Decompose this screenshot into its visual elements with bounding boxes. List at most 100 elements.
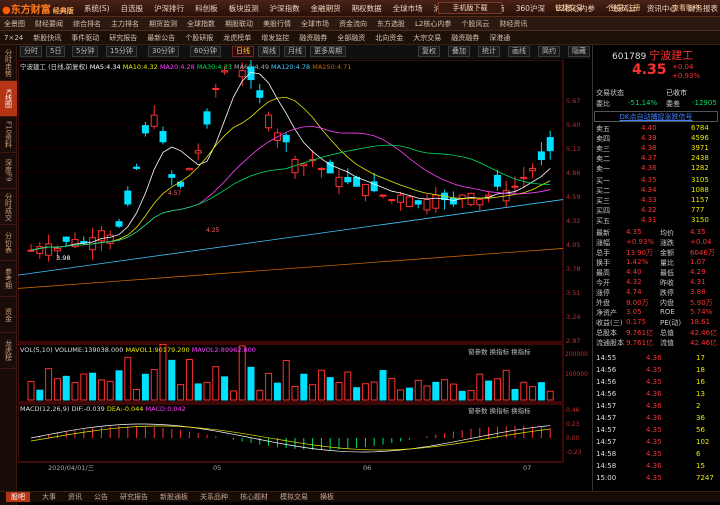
tick-cell: 14:55	[596, 354, 617, 362]
menu-item[interactable]: 系统(S)	[84, 3, 110, 14]
period-button[interactable]: 日线	[232, 46, 254, 57]
price-tick: 5.40	[566, 121, 580, 129]
nav-link[interactable]: 财经资讯	[499, 19, 527, 29]
signal-link[interactable]: DK点自动捕捉涨跌信号	[594, 111, 718, 122]
menu-item[interactable]: 金融期货	[311, 3, 341, 14]
candle-body	[185, 167, 193, 171]
tool-button[interactable]: 简约	[538, 46, 560, 57]
menu-item[interactable]: 自选股	[121, 3, 144, 14]
nav-link[interactable]: 新股快讯	[33, 33, 61, 43]
left-tab[interactable]: 分价表	[0, 225, 17, 261]
volume-bar	[317, 369, 325, 401]
login-button[interactable]: 登录/注册	[610, 3, 640, 13]
nav-link[interactable]: 全球指数	[187, 19, 215, 29]
tool-button[interactable]: 叠加	[448, 46, 470, 57]
nav-link[interactable]: 北向资金	[375, 33, 403, 43]
stat-cell: +0.93%	[626, 238, 655, 246]
period-button[interactable]: 周线	[258, 46, 280, 57]
left-tab[interactable]: 参考期	[0, 261, 17, 297]
tick-cell: 4.35	[646, 378, 662, 386]
nav-link[interactable]: 资金流向	[339, 19, 367, 29]
bottom-tab-bar: 股吧 大事 资讯 公告 研究报告 新股通板 关系品种 核心题材 模拟交易 横板	[0, 491, 720, 502]
bottom-tab[interactable]: 大事	[42, 492, 56, 502]
nav-link[interactable]: 期货监测	[149, 19, 177, 29]
nav-link[interactable]: 增发监控	[261, 33, 289, 43]
nav-link[interactable]: 融资融券	[299, 33, 327, 43]
left-tab[interactable]: K线图	[0, 81, 17, 117]
bottom-tab[interactable]: 横板	[320, 492, 334, 502]
bottom-tab[interactable]: 研究报告	[120, 492, 148, 502]
menu-item[interactable]: 360沪深	[516, 3, 545, 14]
quick-trade-button[interactable]: 快捷交易	[555, 3, 583, 13]
tool-button[interactable]: 复权	[418, 46, 440, 57]
tool-button[interactable]: 统计	[478, 46, 500, 57]
left-tab[interactable]: 龙虎榜	[0, 333, 17, 369]
tool-button[interactable]: 隐藏	[568, 46, 590, 57]
nav-link[interactable]: 主力排名	[111, 19, 139, 29]
period-button[interactable]: 5日	[46, 46, 66, 57]
nav-link[interactable]: 东方选股	[377, 19, 405, 29]
nav-link[interactable]: 个股风云	[461, 19, 489, 29]
nav-link[interactable]: 财经要闻	[35, 19, 63, 29]
bottom-tab[interactable]: 新股通板	[160, 492, 188, 502]
bottom-tab[interactable]: 股吧	[6, 492, 30, 502]
stat-cell: 流通股本	[596, 339, 624, 347]
tool-button[interactable]: 画线	[508, 46, 530, 57]
period-button[interactable]: 5分钟	[72, 46, 99, 57]
menu-item[interactable]: 沪深指数	[270, 3, 300, 14]
nav-link[interactable]: 龙虎榜单	[223, 33, 251, 43]
bottom-tab[interactable]: 关系品种	[200, 492, 228, 502]
nav-link[interactable]: 大宗交易	[413, 33, 441, 43]
period-button[interactable]: 15分钟	[106, 46, 137, 57]
nav-link[interactable]: 融资融券	[451, 33, 479, 43]
menu-item[interactable]: 全球市场	[393, 3, 423, 14]
period-button[interactable]: 月线	[284, 46, 306, 57]
kline-chart[interactable]: 5.67 5.40 5.13 4.86 4.59 4.32 4.05 3.78 3.51 3.24…	[18, 60, 590, 490]
volume: 1282	[691, 164, 709, 172]
bottom-tab[interactable]: 模拟交易	[280, 492, 308, 502]
candle-body	[168, 174, 176, 178]
nav-link[interactable]: 全部融资	[337, 33, 365, 43]
nav-link[interactable]: 7×24	[4, 34, 23, 42]
period-button[interactable]: 分时	[20, 46, 42, 57]
nav-link[interactable]: 研究报告	[109, 33, 137, 43]
nav-link[interactable]: 美股行情	[263, 19, 291, 29]
candle-body	[300, 163, 308, 167]
menu-item[interactable]: 科创板	[195, 3, 218, 14]
nav-link[interactable]: L2核心内参	[415, 19, 451, 29]
period-button[interactable]: 30分钟	[148, 46, 179, 57]
nav-link[interactable]: 综合排名	[73, 19, 101, 29]
tick-cell: 4.35	[646, 438, 662, 446]
nav-link[interactable]: 事件驱动	[71, 33, 99, 43]
left-tab[interactable]: 资金	[0, 297, 17, 333]
macd-panel-tools[interactable]: 窗参数 换指标 换指标	[468, 405, 531, 415]
nav-link[interactable]: 深港通	[489, 33, 510, 43]
period-button[interactable]: 60分钟	[190, 46, 221, 57]
account-button[interactable]: 查看账户	[672, 3, 700, 13]
left-tab[interactable]: 分时成交	[0, 189, 17, 225]
period-button[interactable]: 更多周期	[310, 46, 346, 57]
left-tab[interactable]: 深度F9	[0, 153, 17, 189]
volume: 4596	[691, 134, 709, 142]
vol-panel-tools[interactable]: 窗参数 换指标 换指标	[468, 346, 531, 356]
nav-link[interactable]: 期股联动	[225, 19, 253, 29]
menu-item[interactable]: 沪深排行	[154, 3, 184, 14]
candle-body	[335, 176, 343, 188]
left-tab[interactable]: F10资料	[0, 117, 17, 153]
nav-link[interactable]: 全景图	[4, 19, 25, 29]
phone-download-button[interactable]: 手机版下载	[438, 2, 502, 14]
stat-cell: 4.31	[690, 278, 706, 286]
bottom-tab[interactable]: 公告	[94, 492, 108, 502]
volume: 1088	[691, 186, 709, 194]
bottom-tab[interactable]: 核心题材	[240, 492, 268, 502]
bottom-tab[interactable]: 资讯	[68, 492, 82, 502]
level-label: 买五	[596, 217, 610, 225]
menu-item[interactable]: 板块监测	[229, 3, 259, 14]
nav-link[interactable]: 最新公告	[147, 33, 175, 43]
price-tick: 4.59	[566, 193, 580, 201]
left-tab[interactable]: 分时走势	[0, 45, 17, 81]
nav-link[interactable]: 个股研报	[185, 33, 213, 43]
date-tick: 05	[213, 464, 221, 472]
nav-link[interactable]: 全球市场	[301, 19, 329, 29]
menu-item[interactable]: 期权数据	[352, 3, 382, 14]
